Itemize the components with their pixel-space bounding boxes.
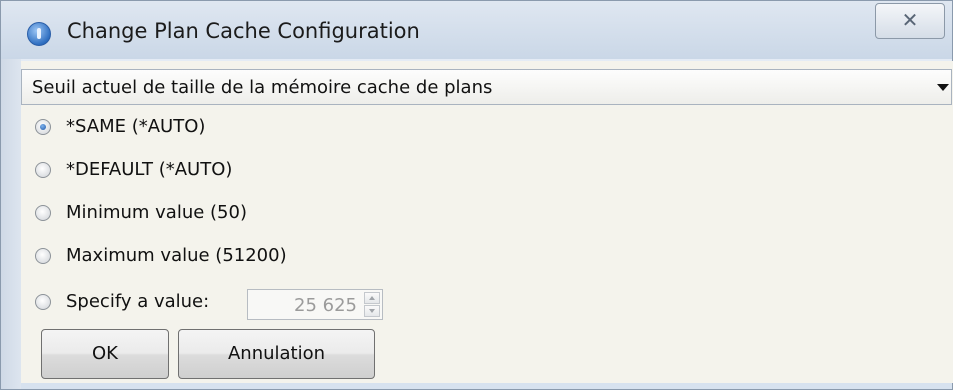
option-label: *DEFAULT (*AUTO) [66, 159, 233, 180]
dialog-content: Seuil actuel de taille de la mémoire cac… [21, 61, 953, 383]
radio-specify-value[interactable] [35, 294, 51, 310]
title-bar[interactable]: Change Plan Cache Configuration ✕ [1, 1, 952, 59]
radio-minimum-value[interactable] [35, 205, 51, 221]
window-title: Change Plan Cache Configuration [67, 19, 420, 43]
option-label: *SAME (*AUTO) [66, 116, 206, 137]
info-icon [27, 22, 51, 46]
ok-button[interactable]: OK [41, 329, 169, 379]
close-button[interactable]: ✕ [875, 3, 945, 39]
window-left-edge [1, 59, 21, 389]
spin-up-icon[interactable] [364, 292, 380, 304]
radio-same-auto[interactable] [35, 119, 51, 135]
spin-down-icon[interactable] [364, 305, 380, 317]
option-label: Minimum value (50) [66, 202, 247, 223]
cancel-button[interactable]: Annulation [178, 329, 375, 379]
radio-default-auto[interactable] [35, 162, 51, 178]
cache-threshold-dropdown[interactable]: Seuil actuel de taille de la mémoire cac… [21, 69, 952, 105]
spinner-value[interactable]: 25 625 [294, 295, 357, 316]
radio-maximum-value[interactable] [35, 248, 51, 264]
value-spinner[interactable]: 25 625 [247, 289, 383, 320]
chevron-down-icon[interactable] [937, 84, 949, 91]
option-label: Specify a value: [66, 291, 210, 312]
dialog-window: Change Plan Cache Configuration ✕ Seuil … [0, 0, 953, 390]
dropdown-selected-value: Seuil actuel de taille de la mémoire cac… [32, 77, 493, 98]
option-label: Maximum value (51200) [66, 245, 287, 266]
